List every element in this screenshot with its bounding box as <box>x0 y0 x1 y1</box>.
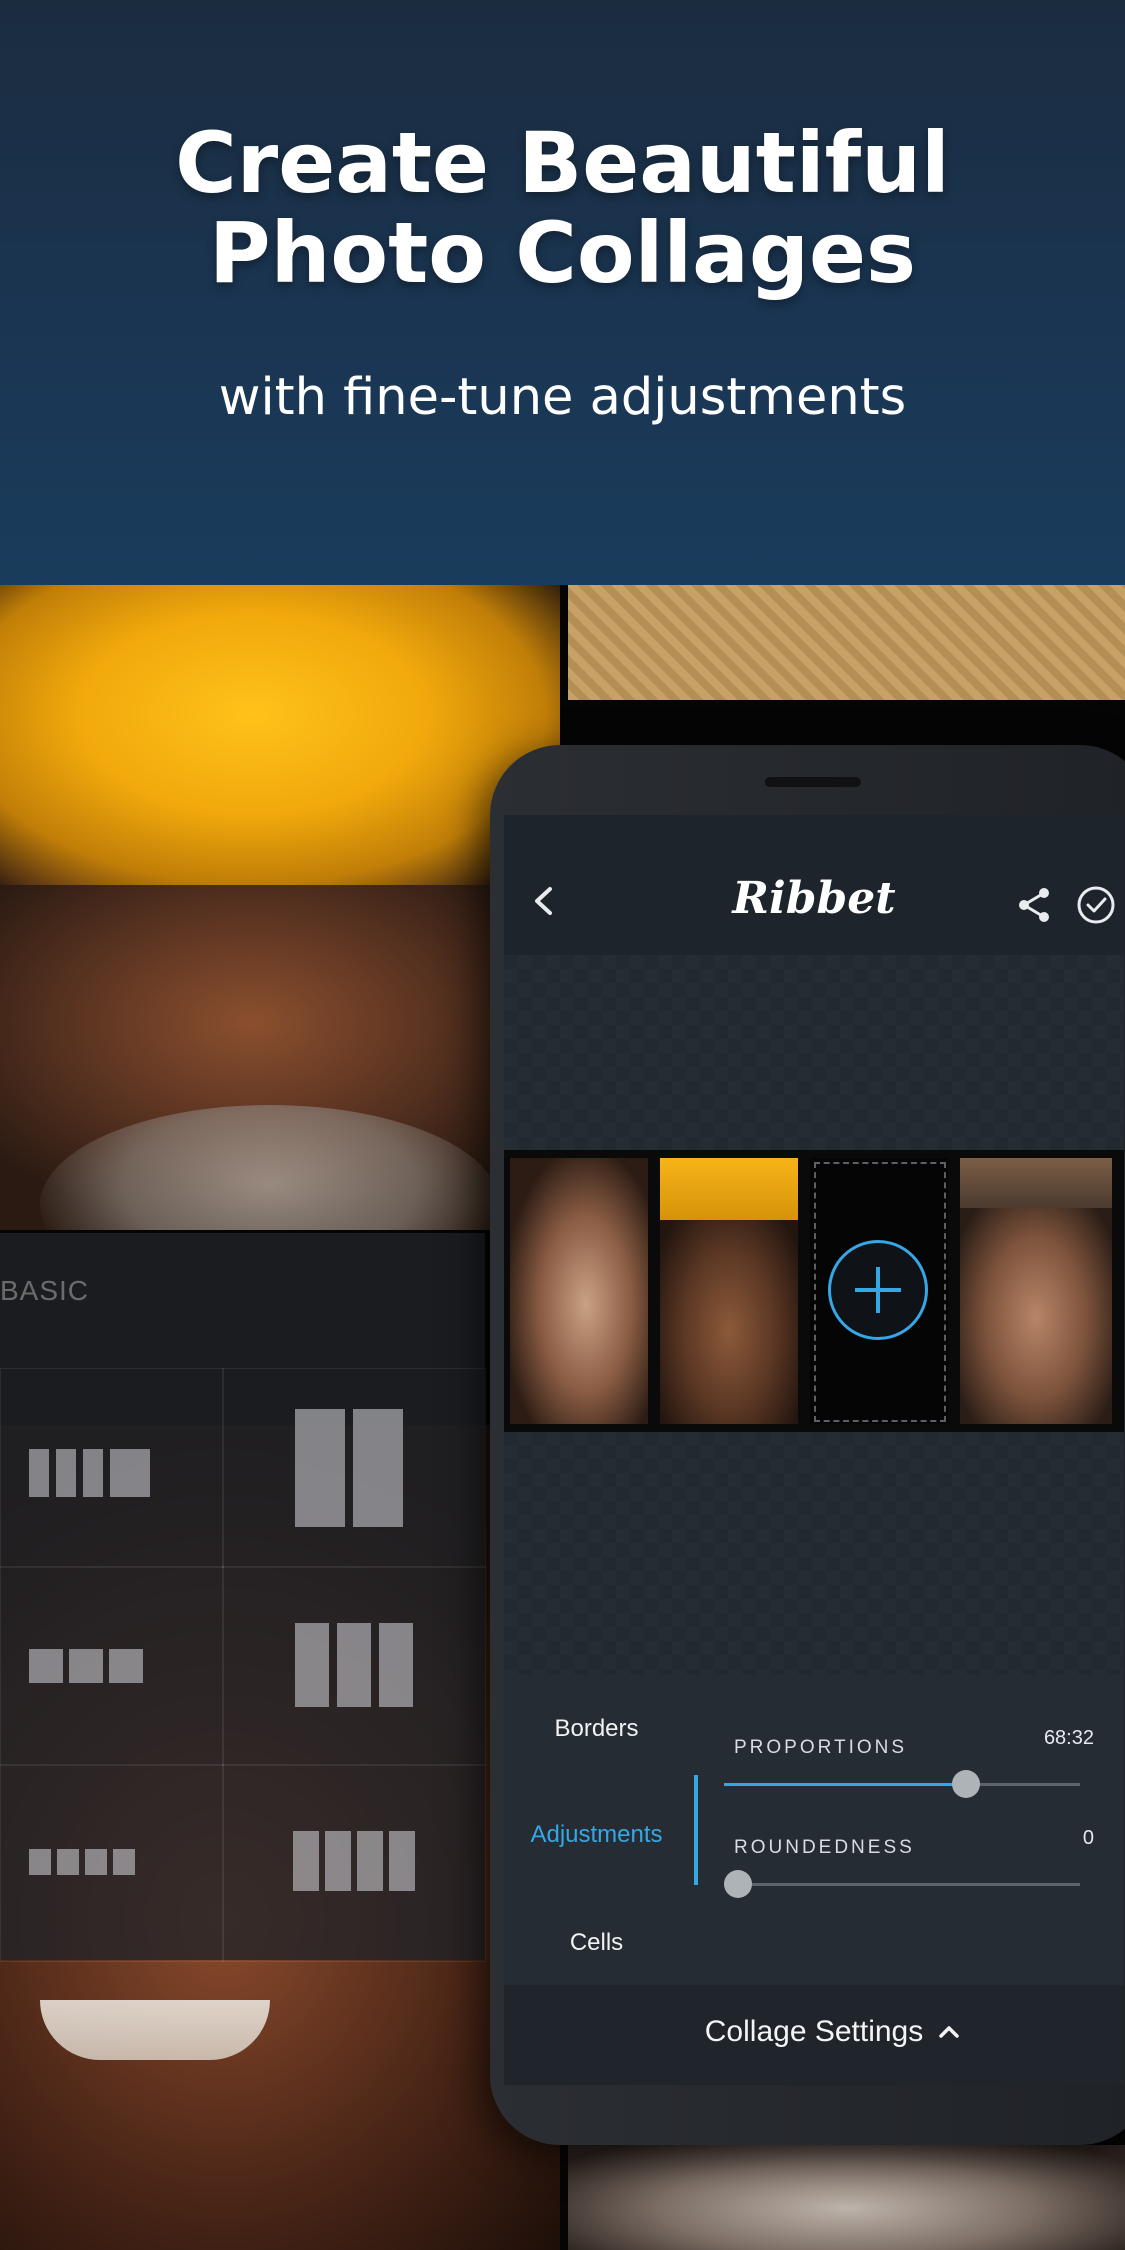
layout-bar-icon <box>29 1449 49 1497</box>
phone-speaker <box>765 777 861 787</box>
layout-bar-icon <box>379 1623 413 1707</box>
collage-cell-smiling-woman[interactable] <box>510 1158 648 1424</box>
roundedness-slider-thumb[interactable] <box>724 1870 752 1898</box>
layout-bar-icon <box>110 1449 150 1497</box>
share-button[interactable] <box>1014 885 1054 925</box>
layout-bar-icon <box>83 1449 103 1497</box>
layout-cell <box>222 1764 486 1962</box>
collage-settings-label: Collage Settings <box>704 2015 924 2048</box>
subheadline: with fine-tune adjustments <box>218 368 907 427</box>
confirm-button[interactable] <box>1076 885 1116 925</box>
layout-grid <box>0 1368 486 1962</box>
collage-settings-panel: Borders Adjustments Cells PROPORTIONS 68… <box>504 1675 1124 2085</box>
check-circle-icon <box>1077 886 1115 924</box>
app-screen: Ribbet Borders Adjustments Cells PROPORT… <box>504 815 1124 2085</box>
settings-menu: Borders Adjustments Cells <box>504 1675 689 1985</box>
promo-header: Create Beautiful Photo Collages with fin… <box>0 0 1125 585</box>
add-photo-button[interactable] <box>828 1240 928 1340</box>
collage-preview <box>504 1150 1124 1432</box>
plus-circle-icon <box>855 1267 901 1313</box>
proportions-slider-fill <box>724 1783 967 1786</box>
beard-photo <box>568 2145 1125 2250</box>
headline-line-1: Create Beautiful <box>175 114 950 212</box>
cap-detail <box>960 1158 1112 1208</box>
collage-cell-old-man[interactable] <box>960 1158 1112 1424</box>
layout-bar-icon <box>109 1649 143 1683</box>
collage-cell-turban-man[interactable] <box>660 1158 798 1424</box>
app-store-screenshot: Create Beautiful Photo Collages with fin… <box>0 0 1125 2250</box>
layout-bar-icon <box>85 1849 107 1875</box>
layout-bar-icon <box>325 1831 351 1891</box>
roundedness-label: ROUNDEDNESS <box>734 1837 915 1858</box>
layout-bar-icon <box>29 1649 63 1683</box>
layout-cell <box>0 1764 224 1962</box>
layout-cell <box>0 1566 224 1766</box>
active-menu-indicator <box>694 1775 698 1885</box>
chevron-up-icon <box>939 2026 959 2038</box>
proportions-slider[interactable] <box>724 1770 1080 1798</box>
headline-line-2: Photo Collages <box>209 204 916 302</box>
roundedness-value: 0 <box>1082 1827 1094 1849</box>
layout-bar-icon <box>69 1649 103 1683</box>
proportions-value: 68:32 <box>1043 1727 1094 1749</box>
layout-bar-icon <box>113 1849 135 1875</box>
layout-bar-icon <box>337 1623 371 1707</box>
layout-bar-icon <box>57 1849 79 1875</box>
basic-label: BASIC <box>0 1275 90 1306</box>
collage-settings-toggle[interactable]: Collage Settings <box>504 1985 1124 2085</box>
layout-bar-icon <box>357 1831 383 1891</box>
layout-bar-icon <box>389 1831 415 1891</box>
layout-picker-ghost: BASIC <box>0 1233 486 1962</box>
layout-cell <box>222 1368 486 1568</box>
menu-item-adjustments[interactable]: Adjustments <box>504 1821 689 1849</box>
layout-bar-icon <box>353 1409 403 1527</box>
roundedness-slider[interactable] <box>724 1870 1080 1898</box>
layout-cell <box>222 1566 486 1766</box>
headline: Create Beautiful Photo Collages <box>0 118 1125 298</box>
share-icon <box>1019 888 1049 922</box>
collage-canvas <box>504 955 1124 1675</box>
layout-cell <box>0 1368 224 1568</box>
app-toolbar: Ribbet <box>504 815 1124 955</box>
layout-bar-icon <box>295 1623 329 1707</box>
menu-item-borders[interactable]: Borders <box>504 1715 689 1743</box>
turban-portrait-photo <box>0 585 560 1230</box>
layout-bar-icon <box>29 1849 51 1875</box>
phone-mockup: Ribbet Borders Adjustments Cells PROPORT… <box>490 745 1125 2145</box>
collage-cell-empty[interactable] <box>810 1158 948 1424</box>
turban-detail <box>660 1158 798 1220</box>
layout-bar-icon <box>295 1409 345 1527</box>
straw-hat-photo <box>568 585 1125 700</box>
layout-bar-icon <box>56 1449 76 1497</box>
smile-detail <box>40 2000 270 2060</box>
layout-bar-icon <box>293 1831 319 1891</box>
proportions-slider-thumb[interactable] <box>952 1770 981 1798</box>
proportions-label: PROPORTIONS <box>734 1737 908 1758</box>
menu-item-cells[interactable]: Cells <box>504 1929 689 1957</box>
